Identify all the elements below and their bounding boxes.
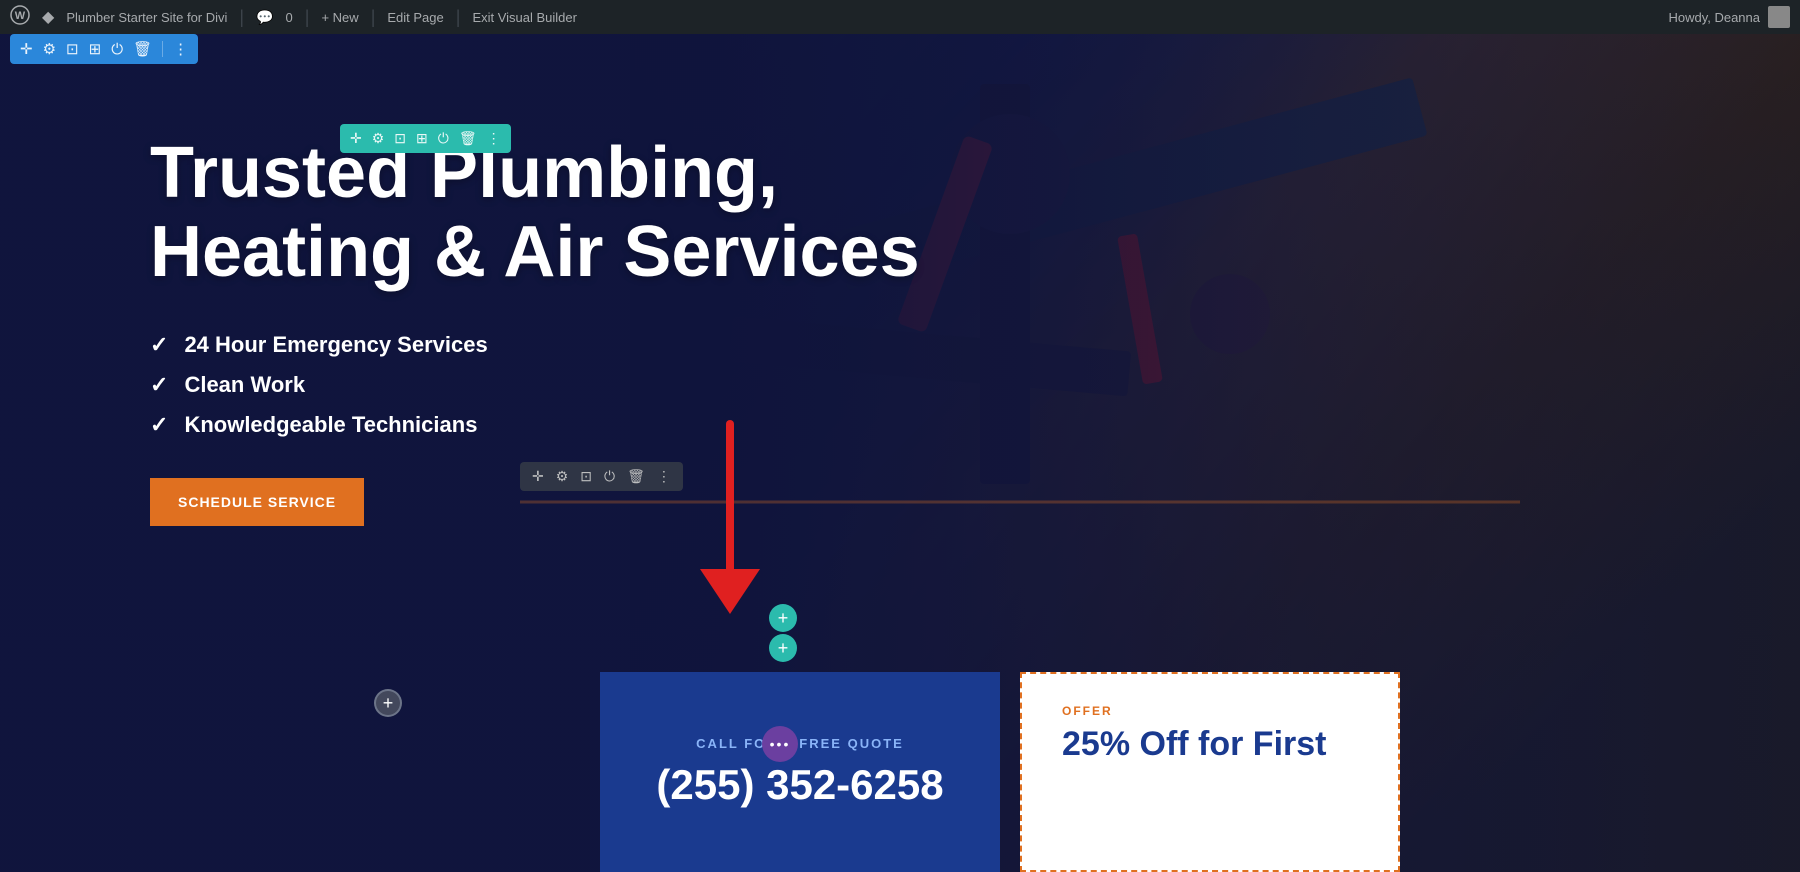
hero-checklist: ✓ 24 Hour Emergency Services ✓ Clean Wor… — [150, 332, 1800, 438]
wp-logo-icon[interactable]: W — [10, 5, 30, 30]
admin-bar: W ◆ Plumber Starter Site for Divi | 💬 0 … — [0, 0, 1800, 34]
gray-disable-icon[interactable]: ⏻ — [604, 468, 615, 485]
toolbar-separator — [162, 41, 163, 57]
divi-top-toolbar: ✛ ⚙ ⊡ ⊞ ⏻ 🗑 ⋮ — [10, 34, 198, 64]
check-icon-1: ✓ — [150, 332, 168, 358]
schedule-service-button[interactable]: SCHEDULE SERVICE — [150, 478, 364, 526]
comments-icon[interactable]: 💬 — [256, 9, 273, 26]
check-icon-2: ✓ — [150, 372, 168, 398]
hero-content: Trusted Plumbing, Heating & Air Services… — [0, 34, 1800, 526]
teal-delete-icon[interactable]: 🗑 — [459, 130, 477, 147]
teal-disable-icon[interactable]: ⏻ — [438, 130, 449, 147]
divi-logo-icon[interactable]: ◆ — [42, 7, 54, 27]
red-arrow-indicator — [680, 414, 780, 619]
hero-title: Trusted Plumbing, Heating & Air Services — [150, 134, 930, 292]
admin-bar-right: Howdy, Deanna — [1668, 6, 1790, 28]
gray-more-icon[interactable]: ⋮ — [657, 468, 671, 485]
admin-bar-left: W ◆ Plumber Starter Site for Divi | 💬 0 … — [10, 5, 1656, 30]
gray-copy-icon[interactable]: ⊡ — [580, 468, 592, 485]
bottom-cards: CALL FOR A FREE QUOTE (255) 352-6258 OFF… — [0, 672, 1800, 872]
comments-count[interactable]: 0 — [286, 10, 293, 25]
divi-layout-icon[interactable]: ⊞ — [89, 40, 102, 58]
separator3: | — [371, 7, 376, 28]
teal-layout-icon[interactable]: ⊞ — [416, 130, 428, 147]
call-label: CALL FOR A FREE QUOTE — [696, 736, 904, 751]
module-toolbar-gray: ✛ ⚙ ⊡ ⏻ 🗑 ⋮ — [520, 462, 683, 491]
separator: | — [239, 7, 244, 28]
checklist-item-1: ✓ 24 Hour Emergency Services — [150, 332, 1800, 358]
check-icon-3: ✓ — [150, 412, 168, 438]
site-name[interactable]: Plumber Starter Site for Divi — [66, 10, 227, 25]
gray-delete-icon[interactable]: 🗑 — [627, 468, 645, 485]
exit-builder-link[interactable]: Exit Visual Builder — [472, 10, 577, 25]
add-row-button-3[interactable]: + — [374, 689, 402, 717]
gray-move-icon[interactable]: ✛ — [532, 468, 544, 485]
admin-avatar[interactable] — [1768, 6, 1790, 28]
offer-card: OFFER 25% Off for First — [1020, 672, 1400, 872]
teal-move-icon[interactable]: ✛ — [350, 130, 362, 147]
new-button[interactable]: + New — [321, 10, 358, 25]
teal-more-icon[interactable]: ⋮ — [487, 130, 501, 147]
offer-label: OFFER — [1062, 704, 1358, 718]
edit-page-link[interactable]: Edit Page — [387, 10, 443, 25]
module-toolbar-teal: ✛ ⚙ ⊡ ⊞ ⏻ 🗑 ⋮ — [340, 124, 511, 153]
offer-title: 25% Off for First — [1062, 726, 1358, 763]
checklist-item-2: ✓ Clean Work — [150, 372, 1800, 398]
dots-icon: ••• — [770, 736, 791, 752]
divi-more-icon[interactable]: ⋮ — [173, 40, 188, 58]
call-card: CALL FOR A FREE QUOTE (255) 352-6258 — [600, 672, 1000, 872]
teal-copy-icon[interactable]: ⊡ — [394, 130, 406, 147]
teal-settings-icon[interactable]: ⚙ — [372, 130, 385, 147]
add-row-button-2[interactable]: + — [769, 634, 797, 662]
hero-section: ✛ ⚙ ⊡ ⊞ ⏻ 🗑 ⋮ Trusted Plumbing, Heating … — [0, 34, 1800, 872]
call-number: (255) 352-6258 — [656, 761, 943, 809]
divi-delete-icon[interactable]: 🗑 — [133, 40, 152, 58]
divi-settings-icon[interactable]: ⚙ — [43, 40, 56, 58]
separator4: | — [456, 7, 461, 28]
separator2: | — [305, 7, 310, 28]
float-dots-button[interactable]: ••• — [762, 726, 798, 762]
button-row: SCHEDULE SERVICE ✛ ⚙ ⊡ ⏻ 🗑 ⋮ — [150, 478, 1800, 526]
svg-text:W: W — [15, 10, 26, 22]
howdy-label: Howdy, Deanna — [1668, 10, 1760, 25]
button-line — [520, 501, 1520, 504]
divi-disable-icon[interactable]: ⏻ — [111, 41, 123, 58]
checklist-item-3: ✓ Knowledgeable Technicians — [150, 412, 1800, 438]
gray-settings-icon[interactable]: ⚙ — [556, 468, 569, 485]
divi-copy-icon[interactable]: ⊡ — [66, 40, 79, 58]
divi-move-icon[interactable]: ✛ — [20, 40, 33, 58]
